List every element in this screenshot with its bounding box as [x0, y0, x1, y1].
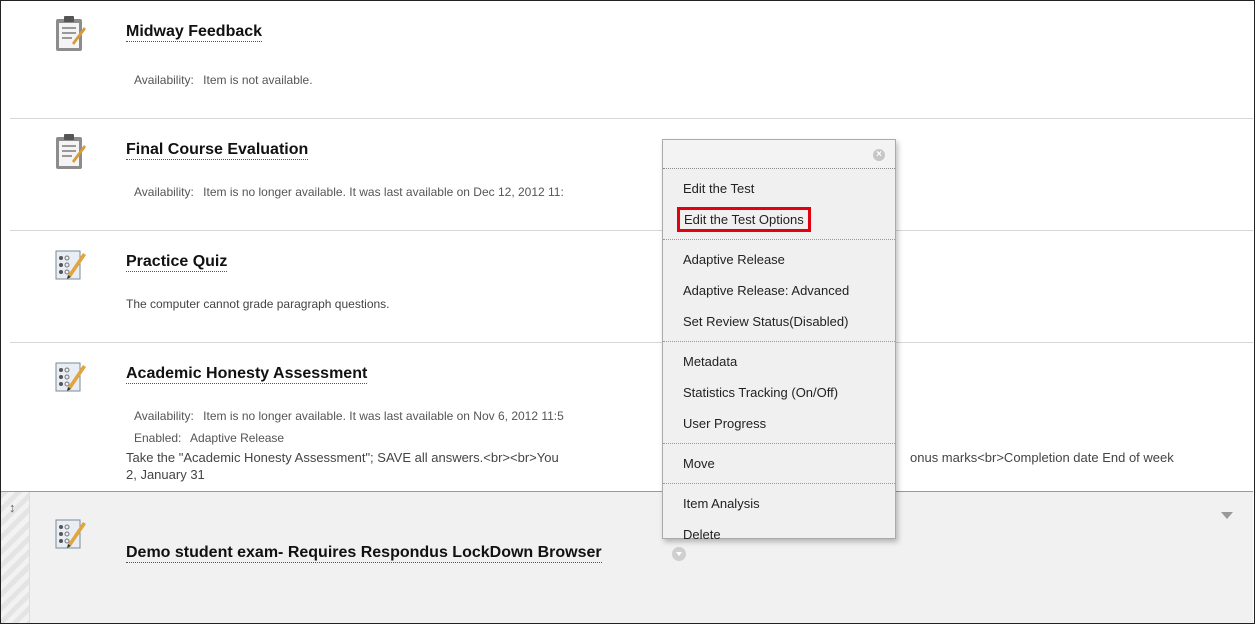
list-item: Final Course Evaluation Availability: It… [10, 119, 1253, 231]
menu-group: Edit the Test Edit the Test Options [663, 169, 895, 240]
availability-line: Availability: Item is no longer availabl… [134, 185, 564, 199]
survey-clipboard-icon [56, 16, 86, 51]
item-title-academic-honesty-assessment[interactable]: Academic Honesty Assessment [126, 365, 368, 384]
menu-group: Move [663, 444, 895, 484]
item-title-final-course-evaluation[interactable]: Final Course Evaluation [126, 141, 309, 160]
test-pencil-icon [55, 362, 86, 392]
menu-item-adaptive-release-advanced[interactable]: Adaptive Release: Advanced [663, 275, 895, 306]
list-item: Midway Feedback Availability: Item is no… [10, 1, 1253, 119]
list-item: Practice Quiz The computer cannot grade … [10, 231, 1253, 343]
content-list: Midway Feedback Availability: Item is no… [0, 0, 1255, 624]
drag-strip[interactable]: ↕ [1, 492, 30, 623]
item-description-line2: 2, January 31 [126, 467, 205, 482]
drag-handle-icon[interactable]: ↕ [9, 500, 16, 515]
menu-item-delete[interactable]: Delete [663, 519, 895, 550]
availability-line: Availability: Item is not available. [134, 73, 313, 87]
test-pencil-icon [55, 250, 86, 280]
context-menu: × Edit the Test Edit the Test Options Ad… [662, 139, 896, 542]
menu-item-user-progress[interactable]: User Progress [663, 408, 895, 439]
context-menu-header: × [663, 140, 895, 169]
menu-group: Item Analysis Delete [663, 484, 895, 554]
item-title-midway-feedback[interactable]: Midway Feedback [126, 23, 263, 42]
test-pencil-icon [55, 519, 86, 549]
menu-item-adaptive-release[interactable]: Adaptive Release [663, 244, 895, 275]
item-title-practice-quiz[interactable]: Practice Quiz [126, 253, 228, 272]
item-title-demo-student-exam[interactable]: Demo student exam- Requires Respondus Lo… [126, 544, 602, 563]
list-item-active[interactable]: ↕ Demo student exam- Requires Respondus … [1, 491, 1253, 623]
availability-line: Availability: Item is no longer availabl… [134, 409, 564, 423]
close-circle-icon[interactable]: × [873, 149, 885, 161]
menu-item-set-review-status[interactable]: Set Review Status(Disabled) [663, 306, 895, 337]
menu-item-edit-the-test[interactable]: Edit the Test [663, 173, 895, 204]
item-description-continued: onus marks<br>Completion date End of wee… [910, 450, 1174, 465]
menu-group: Adaptive Release Adaptive Release: Advan… [663, 240, 895, 342]
menu-item-move[interactable]: Move [663, 448, 895, 479]
menu-item-item-analysis[interactable]: Item Analysis [663, 488, 895, 519]
menu-group: Metadata Statistics Tracking (On/Off) Us… [663, 342, 895, 444]
enabled-line: Enabled: Adaptive Release [134, 431, 285, 445]
item-description: The computer cannot grade paragraph ques… [126, 297, 390, 311]
list-item: Academic Honesty Assessment Availability… [10, 343, 1253, 492]
menu-item-statistics-tracking[interactable]: Statistics Tracking (On/Off) [663, 377, 895, 408]
menu-item-metadata[interactable]: Metadata [663, 346, 895, 377]
menu-item-edit-the-test-options[interactable]: Edit the Test Options [663, 204, 895, 235]
collapse-arrow-icon[interactable] [1221, 512, 1233, 519]
survey-clipboard-icon [56, 134, 86, 169]
item-description: Take the "Academic Honesty Assessment"; … [126, 450, 559, 465]
